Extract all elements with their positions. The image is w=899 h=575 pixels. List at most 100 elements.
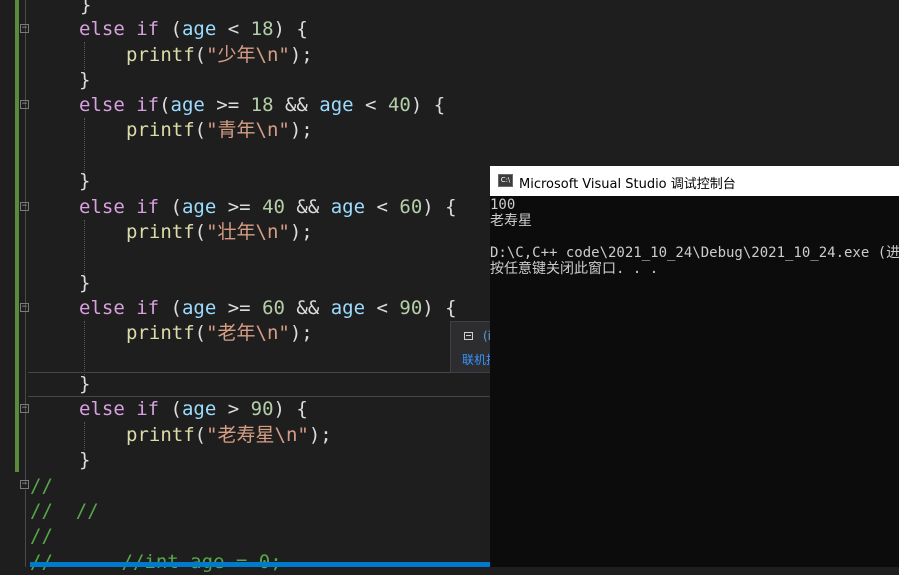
code-line[interactable]: } bbox=[79, 169, 90, 194]
code-token: 90 bbox=[399, 297, 423, 319]
console-line: 老寿星 bbox=[490, 213, 532, 229]
collapse-icon[interactable] bbox=[20, 404, 29, 413]
code-token: ); bbox=[289, 322, 313, 344]
code-token: age bbox=[181, 297, 217, 319]
code-token: // // bbox=[30, 500, 99, 522]
code-token: ( bbox=[194, 221, 207, 243]
code-line[interactable]: printf("壮年\n"); bbox=[126, 220, 313, 245]
code-line[interactable]: printf("老年\n"); bbox=[126, 321, 313, 346]
code-line[interactable]: else if(age >= 18 && age < 40) { bbox=[79, 93, 445, 118]
code-token: >= bbox=[216, 297, 263, 319]
collapse-icon[interactable] bbox=[20, 480, 29, 489]
collapse-icon[interactable] bbox=[20, 24, 29, 33]
code-token: age bbox=[181, 196, 217, 218]
code-token: age bbox=[330, 297, 366, 319]
code-token: >= bbox=[204, 94, 251, 116]
code-line[interactable]: } bbox=[80, 0, 91, 18]
code-line[interactable]: } bbox=[79, 372, 90, 397]
code-token: } bbox=[80, 0, 92, 16]
code-token: ( bbox=[159, 196, 182, 218]
code-token: else if bbox=[79, 18, 160, 40]
code-token: ( bbox=[159, 94, 171, 116]
code-token: } bbox=[79, 373, 91, 395]
code-token: < bbox=[365, 196, 400, 218]
code-token: >= bbox=[216, 196, 263, 218]
code-line[interactable]: else if (age >= 60 && age < 90) { bbox=[79, 296, 457, 321]
code-line[interactable]: // // bbox=[30, 499, 99, 524]
code-token: age bbox=[181, 398, 217, 420]
indent-guide bbox=[84, 422, 86, 450]
code-token: printf bbox=[126, 221, 195, 243]
code-token: ( bbox=[194, 424, 207, 446]
indent-guide bbox=[84, 321, 86, 375]
code-token: 60 bbox=[399, 196, 423, 218]
code-token: else if bbox=[79, 196, 160, 218]
code-line[interactable]: else if (age >= 40 && age < 60) { bbox=[79, 195, 457, 220]
code-line[interactable]: else if (age < 18) { bbox=[79, 17, 308, 42]
code-line[interactable]: // bbox=[30, 474, 53, 499]
code-line[interactable]: else if (age > 90) { bbox=[79, 397, 308, 422]
code-token: ); bbox=[308, 424, 332, 446]
code-token: "少年\n" bbox=[206, 44, 290, 66]
code-token: ) { bbox=[410, 94, 446, 116]
code-token: "青年\n" bbox=[206, 119, 290, 141]
code-token: } bbox=[79, 449, 91, 471]
editor-scrollbar[interactable] bbox=[30, 562, 490, 567]
change-marker bbox=[15, 0, 19, 472]
debug-console-window[interactable]: C:\ Microsoft Visual Studio 调试控制台 100 老寿星… bbox=[490, 166, 899, 567]
collapse-icon[interactable] bbox=[20, 303, 29, 312]
code-token: } bbox=[79, 69, 91, 91]
console-line: 100 bbox=[490, 197, 516, 213]
indent-guide bbox=[84, 220, 86, 274]
outline-guide bbox=[25, 490, 26, 567]
code-token: < bbox=[353, 94, 388, 116]
code-token: ) { bbox=[422, 196, 457, 218]
indent-guide bbox=[84, 118, 86, 172]
code-token: else if bbox=[79, 94, 160, 116]
code-token: 40 bbox=[387, 94, 411, 116]
console-line: 按任意键关闭此窗口. . . bbox=[490, 261, 659, 277]
code-token: ( bbox=[194, 322, 207, 344]
code-token: ); bbox=[289, 44, 313, 66]
code-token: else if bbox=[79, 297, 160, 319]
variable-icon bbox=[464, 332, 473, 340]
code-token: age bbox=[330, 196, 366, 218]
code-token: ); bbox=[289, 221, 313, 243]
code-token: printf bbox=[126, 119, 195, 141]
code-token: && bbox=[273, 94, 320, 116]
code-token: "老年\n" bbox=[206, 322, 290, 344]
code-token: age bbox=[181, 18, 217, 40]
console-titlebar[interactable]: C:\ Microsoft Visual Studio 调试控制台 bbox=[490, 166, 899, 196]
code-token: 18 bbox=[250, 18, 274, 40]
code-token: } bbox=[79, 170, 91, 192]
code-line[interactable]: } bbox=[79, 448, 90, 473]
code-line[interactable]: printf("老寿星\n"); bbox=[126, 423, 332, 448]
code-token: age bbox=[319, 94, 354, 116]
collapse-icon[interactable] bbox=[20, 100, 29, 109]
code-token: } bbox=[79, 272, 91, 294]
code-token: age bbox=[170, 94, 205, 116]
code-token: && bbox=[284, 297, 331, 319]
code-token: printf bbox=[126, 322, 195, 344]
code-token: ) { bbox=[422, 297, 457, 319]
code-line[interactable]: // bbox=[30, 524, 53, 549]
code-token: else if bbox=[79, 398, 160, 420]
code-line[interactable]: printf("少年\n"); bbox=[126, 43, 313, 68]
collapse-icon[interactable] bbox=[20, 202, 29, 211]
code-token: 18 bbox=[250, 94, 274, 116]
code-token: < bbox=[365, 297, 400, 319]
code-token: printf bbox=[126, 44, 195, 66]
code-token: ( bbox=[159, 18, 182, 40]
console-line: D:\C,C++ code\2021_10_24\Debug\2021_10_2… bbox=[490, 245, 899, 261]
code-token: ( bbox=[194, 119, 207, 141]
code-line[interactable]: } bbox=[79, 68, 90, 93]
code-line[interactable]: printf("青年\n"); bbox=[126, 118, 313, 143]
code-token: > bbox=[216, 398, 251, 420]
code-token: // bbox=[30, 525, 53, 547]
code-token: 60 bbox=[262, 297, 285, 319]
code-token: // bbox=[30, 475, 53, 497]
console-app-icon: C:\ bbox=[498, 174, 513, 187]
code-token: "壮年\n" bbox=[206, 221, 290, 243]
code-line[interactable]: } bbox=[79, 271, 90, 296]
code-token: ( bbox=[159, 398, 182, 420]
